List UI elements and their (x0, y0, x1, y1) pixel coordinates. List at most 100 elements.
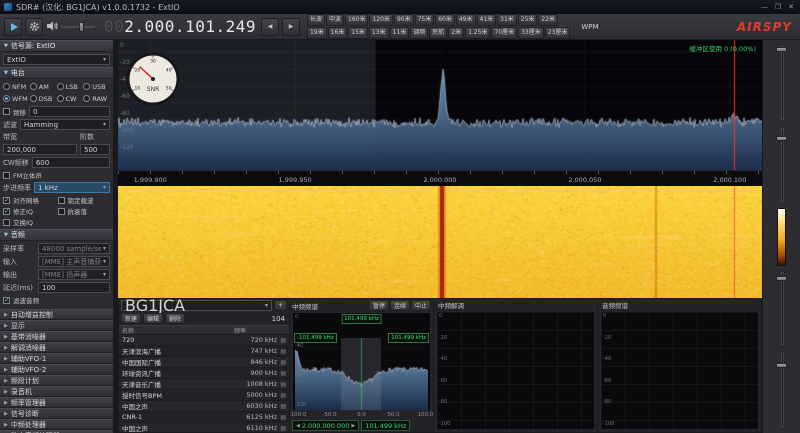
table-row[interactable]: 授时信号BPM5000 kHz▤ (119, 390, 289, 401)
mode-nfm[interactable]: NFM (3, 81, 30, 92)
band-button[interactable]: 25米 (518, 14, 538, 26)
play-button[interactable] (4, 18, 22, 36)
audio-spectrum-plot[interactable]: 0-20-40-60-80-100 (600, 311, 759, 430)
table-row[interactable]: 天津滨海广播747 kHz▤ (119, 346, 289, 357)
mode-dsb[interactable]: DSB (30, 93, 57, 104)
sidebar-panel-header[interactable]: ▶录音机 (0, 386, 113, 397)
sidebar-panel-header[interactable]: ▶辅助VFO-1 (0, 353, 113, 364)
continuous-button[interactable]: 连续 (390, 300, 410, 311)
band-button[interactable]: 22米 (538, 14, 558, 26)
edit-entry-button[interactable]: 编辑 (143, 313, 163, 324)
band-button[interactable]: 75米 (415, 14, 435, 26)
band-button[interactable]: 1.25米 (465, 27, 490, 39)
sidebar-panel-header[interactable]: ▶频段计划 (0, 375, 113, 386)
band-button[interactable]: 160米 (345, 14, 368, 26)
add-group-button[interactable]: + (274, 300, 287, 311)
order-input[interactable]: 500 (80, 144, 110, 155)
band-button[interactable]: 16米 (328, 27, 348, 39)
sidebar-panel-header[interactable]: ▶显示 (0, 320, 113, 331)
mode-cw[interactable]: CW (57, 93, 84, 104)
band-button[interactable]: 49米 (456, 14, 476, 26)
slider-handle[interactable] (776, 47, 787, 52)
close-button[interactable]: ✕ (788, 3, 794, 11)
delete-entry-button[interactable]: 删除 (165, 313, 185, 324)
band-button[interactable]: 120米 (369, 14, 392, 26)
band-button[interactable]: 31米 (497, 14, 517, 26)
band-button[interactable]: 33厘米 (518, 27, 544, 39)
option-checkbox[interactable]: 交换IQ (3, 217, 56, 227)
contrast-slider[interactable] (775, 126, 789, 204)
radio-section-header[interactable]: ▼电台 (0, 67, 113, 79)
latency-input[interactable]: 100 (38, 282, 110, 293)
sidebar-panel-header[interactable]: ▶基带消噪器 (0, 331, 113, 342)
slider-handle[interactable] (776, 136, 787, 141)
volume-handle[interactable] (79, 22, 84, 32)
maximize-button[interactable]: ❐ (775, 3, 781, 11)
option-checkbox[interactable]: 锁定载波 (58, 195, 111, 205)
sidebar-panel-header[interactable]: ▶自动增益控制 (0, 309, 113, 320)
waterfall-canvas[interactable] (118, 186, 762, 298)
center-frequency-box[interactable]: ◀2.000.000.000▶ (292, 420, 359, 431)
mode-raw[interactable]: RAW (83, 93, 110, 104)
filter-select[interactable]: Hamming▾ (20, 119, 110, 130)
slider-handle[interactable] (776, 363, 787, 368)
source-section-header[interactable]: ▼信号源: ExtIO (0, 40, 113, 52)
audio-row-select[interactable]: [MME] 扬声器▾ (38, 269, 110, 280)
table-row[interactable]: 天津音乐广播1008 kHz▤ (119, 379, 289, 390)
sidebar-panel-header[interactable]: ▶信号诊断 (0, 408, 113, 419)
option-checkbox[interactable]: 抗衰落 (58, 206, 111, 216)
if-spectrum-plot[interactable]: 0-40-80-120 101.499 kHz -101.499 kHz 101… (292, 312, 431, 411)
source-device-select[interactable]: ExtIO▾ (3, 54, 110, 65)
waterfall-panel[interactable] (118, 186, 762, 298)
band-button[interactable]: 中波 (326, 14, 344, 26)
step-select[interactable]: 1 kHz▾ (34, 182, 110, 193)
table-row[interactable]: 中国国际广播846 kHz▤ (119, 357, 289, 368)
band-button[interactable]: 调频 (410, 27, 428, 39)
slider-handle[interactable] (776, 276, 787, 281)
band-button[interactable]: 23厘米 (545, 27, 571, 39)
if-spectrum-canvas[interactable] (295, 338, 428, 410)
settings-button[interactable] (25, 18, 43, 36)
audio-row-select[interactable]: 48000 sample/sec▾ (38, 243, 110, 254)
band-button[interactable]: 90米 (394, 14, 414, 26)
table-row[interactable]: 720720 kHz▤ (119, 335, 289, 346)
if-demod-plot[interactable]: 0-20-40-60-80-100 (436, 311, 595, 430)
sidebar-panel-header[interactable]: ▶解调消噪器 (0, 342, 113, 353)
volume-slider[interactable] (61, 20, 95, 34)
band-button[interactable]: 民航 (429, 27, 447, 39)
range-slider[interactable] (775, 270, 789, 348)
minimize-button[interactable]: — (761, 3, 768, 11)
band-button[interactable]: 13米 (369, 27, 389, 39)
option-checkbox[interactable]: 对齐网格 (3, 195, 56, 205)
band-button[interactable]: 2米 (448, 27, 464, 39)
spectrum-canvas[interactable] (118, 40, 762, 170)
sidebar-panel-header[interactable]: ▶辅助VFO-2 (0, 364, 113, 375)
stop-button[interactable]: 中止 (411, 300, 431, 311)
table-row[interactable]: 中国之声6030 kHz▤ (119, 401, 289, 412)
zoom-slider[interactable] (775, 44, 789, 122)
mode-lsb[interactable]: LSB (57, 81, 84, 92)
bandwidth-input[interactable]: 200,000 (3, 144, 77, 155)
mode-usb[interactable]: USB (83, 81, 110, 92)
shift-checkbox[interactable]: 频移 (3, 107, 26, 117)
audio-row-select[interactable]: [MME] 主声音捕获驱动程序▾ (38, 256, 110, 267)
band-button[interactable]: 15米 (348, 27, 368, 39)
band-button[interactable]: 19米 (307, 27, 327, 39)
band-button[interactable]: 长波 (307, 14, 325, 26)
increment-icon[interactable]: ▶ (351, 423, 355, 429)
option-checkbox[interactable]: 修正IQ (3, 206, 56, 216)
fm-stereo-checkbox[interactable]: FM立体声 (3, 170, 110, 180)
sidebar-panel-header[interactable]: ▶频率管理器 (0, 397, 113, 408)
new-entry-button[interactable]: 新建 (121, 313, 141, 324)
mode-wfm[interactable]: WFM (3, 93, 30, 104)
cw-shift-input[interactable]: 600 (32, 157, 110, 168)
table-row[interactable]: 中国之声6110 kHz▤ (119, 423, 289, 432)
decrement-icon[interactable]: ◀ (296, 423, 300, 429)
band-button[interactable]: 70厘米 (491, 27, 517, 39)
filter-audio-checkbox[interactable]: 滤波音频 (3, 295, 110, 305)
tune-step-forward-button[interactable]: ▶ (282, 18, 300, 36)
table-row[interactable]: CNR-16125 kHz▤ (119, 412, 289, 423)
offset-slider[interactable] (775, 351, 789, 429)
table-row[interactable]: 环球资讯广播900 kHz▤ (119, 368, 289, 379)
pause-button[interactable]: 暂停 (369, 300, 389, 311)
